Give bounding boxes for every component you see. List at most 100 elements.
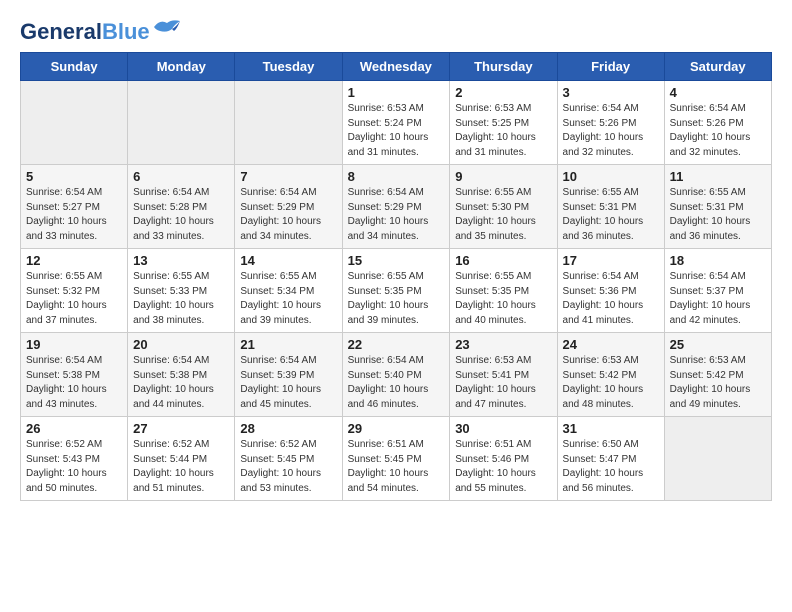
day-number: 27 (133, 421, 229, 436)
day-number: 1 (348, 85, 445, 100)
logo-bird-icon (152, 17, 182, 39)
calendar-header-row: Sunday Monday Tuesday Wednesday Thursday… (21, 53, 772, 81)
header-sunday: Sunday (21, 53, 128, 81)
calendar-week-row: 12 Sunrise: 6:55 AMSunset: 5:32 PMDaylig… (21, 249, 772, 333)
day-number: 4 (670, 85, 766, 100)
day-info: Sunrise: 6:51 AMSunset: 5:46 PMDaylight:… (455, 438, 551, 496)
day-number: 3 (563, 85, 659, 100)
day-info: Sunrise: 6:54 AMSunset: 5:29 PMDaylight:… (240, 186, 336, 244)
day-info: Sunrise: 6:54 AMSunset: 5:37 PMDaylight:… (670, 270, 766, 328)
day-number: 21 (240, 337, 336, 352)
day-number: 22 (348, 337, 445, 352)
table-row: 28 Sunrise: 6:52 AMSunset: 5:45 PMDaylig… (235, 417, 342, 501)
table-row (128, 81, 235, 165)
day-info: Sunrise: 6:55 AMSunset: 5:32 PMDaylight:… (26, 270, 122, 328)
table-row: 20 Sunrise: 6:54 AMSunset: 5:38 PMDaylig… (128, 333, 235, 417)
day-number: 7 (240, 169, 336, 184)
day-number: 2 (455, 85, 551, 100)
day-number: 15 (348, 253, 445, 268)
table-row: 15 Sunrise: 6:55 AMSunset: 5:35 PMDaylig… (342, 249, 450, 333)
day-number: 5 (26, 169, 122, 184)
day-number: 30 (455, 421, 551, 436)
day-info: Sunrise: 6:55 AMSunset: 5:30 PMDaylight:… (455, 186, 551, 244)
table-row: 25 Sunrise: 6:53 AMSunset: 5:42 PMDaylig… (664, 333, 771, 417)
table-row: 7 Sunrise: 6:54 AMSunset: 5:29 PMDayligh… (235, 165, 342, 249)
day-info: Sunrise: 6:53 AMSunset: 5:42 PMDaylight:… (670, 354, 766, 412)
day-number: 14 (240, 253, 336, 268)
day-number: 19 (26, 337, 122, 352)
day-info: Sunrise: 6:53 AMSunset: 5:42 PMDaylight:… (563, 354, 659, 412)
day-info: Sunrise: 6:54 AMSunset: 5:36 PMDaylight:… (563, 270, 659, 328)
day-number: 8 (348, 169, 445, 184)
day-number: 12 (26, 253, 122, 268)
day-info: Sunrise: 6:52 AMSunset: 5:45 PMDaylight:… (240, 438, 336, 496)
page: GeneralBlue Sunday Monday Tuesday Wednes… (0, 0, 792, 511)
table-row: 26 Sunrise: 6:52 AMSunset: 5:43 PMDaylig… (21, 417, 128, 501)
day-number: 20 (133, 337, 229, 352)
table-row: 27 Sunrise: 6:52 AMSunset: 5:44 PMDaylig… (128, 417, 235, 501)
day-info: Sunrise: 6:54 AMSunset: 5:40 PMDaylight:… (348, 354, 445, 412)
header-monday: Monday (128, 53, 235, 81)
day-info: Sunrise: 6:55 AMSunset: 5:31 PMDaylight:… (563, 186, 659, 244)
day-info: Sunrise: 6:50 AMSunset: 5:47 PMDaylight:… (563, 438, 659, 496)
table-row: 9 Sunrise: 6:55 AMSunset: 5:30 PMDayligh… (450, 165, 557, 249)
day-info: Sunrise: 6:55 AMSunset: 5:35 PMDaylight:… (348, 270, 445, 328)
day-info: Sunrise: 6:53 AMSunset: 5:24 PMDaylight:… (348, 102, 445, 160)
header-friday: Friday (557, 53, 664, 81)
day-number: 23 (455, 337, 551, 352)
table-row: 18 Sunrise: 6:54 AMSunset: 5:37 PMDaylig… (664, 249, 771, 333)
day-number: 10 (563, 169, 659, 184)
day-info: Sunrise: 6:51 AMSunset: 5:45 PMDaylight:… (348, 438, 445, 496)
table-row: 10 Sunrise: 6:55 AMSunset: 5:31 PMDaylig… (557, 165, 664, 249)
day-info: Sunrise: 6:52 AMSunset: 5:43 PMDaylight:… (26, 438, 122, 496)
table-row: 5 Sunrise: 6:54 AMSunset: 5:27 PMDayligh… (21, 165, 128, 249)
table-row: 24 Sunrise: 6:53 AMSunset: 5:42 PMDaylig… (557, 333, 664, 417)
day-info: Sunrise: 6:54 AMSunset: 5:26 PMDaylight:… (563, 102, 659, 160)
table-row: 1 Sunrise: 6:53 AMSunset: 5:24 PMDayligh… (342, 81, 450, 165)
calendar-week-row: 5 Sunrise: 6:54 AMSunset: 5:27 PMDayligh… (21, 165, 772, 249)
day-number: 24 (563, 337, 659, 352)
table-row: 22 Sunrise: 6:54 AMSunset: 5:40 PMDaylig… (342, 333, 450, 417)
table-row: 17 Sunrise: 6:54 AMSunset: 5:36 PMDaylig… (557, 249, 664, 333)
header-wednesday: Wednesday (342, 53, 450, 81)
table-row: 29 Sunrise: 6:51 AMSunset: 5:45 PMDaylig… (342, 417, 450, 501)
day-number: 16 (455, 253, 551, 268)
day-number: 31 (563, 421, 659, 436)
day-number: 9 (455, 169, 551, 184)
calendar-table: Sunday Monday Tuesday Wednesday Thursday… (20, 52, 772, 501)
calendar-week-row: 26 Sunrise: 6:52 AMSunset: 5:43 PMDaylig… (21, 417, 772, 501)
day-info: Sunrise: 6:54 AMSunset: 5:28 PMDaylight:… (133, 186, 229, 244)
header: GeneralBlue (20, 20, 772, 44)
calendar-week-row: 1 Sunrise: 6:53 AMSunset: 5:24 PMDayligh… (21, 81, 772, 165)
table-row: 23 Sunrise: 6:53 AMSunset: 5:41 PMDaylig… (450, 333, 557, 417)
calendar-week-row: 19 Sunrise: 6:54 AMSunset: 5:38 PMDaylig… (21, 333, 772, 417)
header-saturday: Saturday (664, 53, 771, 81)
day-number: 13 (133, 253, 229, 268)
table-row: 11 Sunrise: 6:55 AMSunset: 5:31 PMDaylig… (664, 165, 771, 249)
day-info: Sunrise: 6:52 AMSunset: 5:44 PMDaylight:… (133, 438, 229, 496)
day-number: 17 (563, 253, 659, 268)
table-row: 6 Sunrise: 6:54 AMSunset: 5:28 PMDayligh… (128, 165, 235, 249)
table-row (664, 417, 771, 501)
table-row: 8 Sunrise: 6:54 AMSunset: 5:29 PMDayligh… (342, 165, 450, 249)
table-row: 21 Sunrise: 6:54 AMSunset: 5:39 PMDaylig… (235, 333, 342, 417)
day-number: 29 (348, 421, 445, 436)
day-info: Sunrise: 6:54 AMSunset: 5:29 PMDaylight:… (348, 186, 445, 244)
day-info: Sunrise: 6:54 AMSunset: 5:38 PMDaylight:… (133, 354, 229, 412)
day-number: 25 (670, 337, 766, 352)
day-info: Sunrise: 6:55 AMSunset: 5:34 PMDaylight:… (240, 270, 336, 328)
day-info: Sunrise: 6:55 AMSunset: 5:31 PMDaylight:… (670, 186, 766, 244)
day-number: 28 (240, 421, 336, 436)
table-row: 19 Sunrise: 6:54 AMSunset: 5:38 PMDaylig… (21, 333, 128, 417)
day-info: Sunrise: 6:55 AMSunset: 5:35 PMDaylight:… (455, 270, 551, 328)
table-row: 30 Sunrise: 6:51 AMSunset: 5:46 PMDaylig… (450, 417, 557, 501)
day-info: Sunrise: 6:54 AMSunset: 5:26 PMDaylight:… (670, 102, 766, 160)
table-row: 12 Sunrise: 6:55 AMSunset: 5:32 PMDaylig… (21, 249, 128, 333)
header-tuesday: Tuesday (235, 53, 342, 81)
table-row: 14 Sunrise: 6:55 AMSunset: 5:34 PMDaylig… (235, 249, 342, 333)
logo: GeneralBlue (20, 20, 182, 44)
header-thursday: Thursday (450, 53, 557, 81)
table-row: 4 Sunrise: 6:54 AMSunset: 5:26 PMDayligh… (664, 81, 771, 165)
day-number: 18 (670, 253, 766, 268)
table-row (235, 81, 342, 165)
